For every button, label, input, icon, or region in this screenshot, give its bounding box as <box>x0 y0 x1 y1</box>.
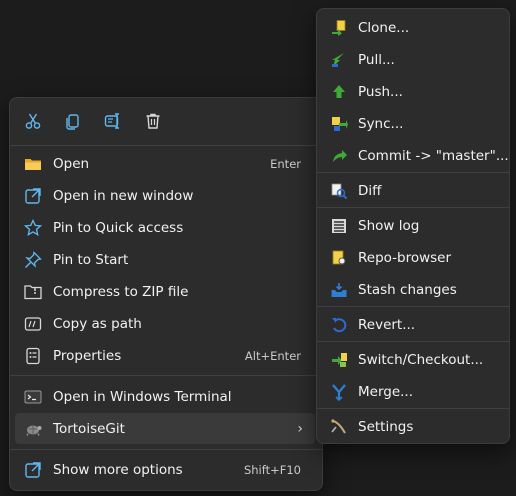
separator <box>10 375 322 376</box>
shortcut-label: Shift+F10 <box>243 462 301 477</box>
context-menu-toolbar <box>10 98 322 144</box>
menu-item-open-new-window[interactable]: Open in new window <box>15 180 315 211</box>
submenu-item-repo-browser[interactable]: Repo-browser <box>321 242 503 273</box>
rename-icon[interactable] <box>101 109 125 133</box>
menu-item-open[interactable]: Open Enter <box>15 148 315 179</box>
submenu-item-diff[interactable]: Diff <box>321 175 503 206</box>
folder-open-icon <box>23 154 43 174</box>
terminal-icon <box>23 387 43 407</box>
menu-item-label: Open in Windows Terminal <box>53 388 232 405</box>
menu-item-label: Revert... <box>358 316 416 333</box>
separator <box>10 145 322 146</box>
menu-item-label: Pull... <box>358 51 395 68</box>
separator <box>317 408 509 409</box>
menu-item-label: Properties <box>53 347 122 364</box>
stash-icon <box>329 280 349 300</box>
commit-icon <box>329 146 349 166</box>
cut-icon[interactable] <box>21 109 45 133</box>
submenu-item-stash-changes[interactable]: Stash changes <box>321 274 503 305</box>
submenu-item-sync[interactable]: Sync... <box>321 108 503 139</box>
properties-icon <box>23 346 43 366</box>
switch-checkout-icon <box>329 350 349 370</box>
submenu-item-revert[interactable]: Revert... <box>321 309 503 340</box>
menu-item-tortoisegit[interactable]: TortoiseGit › <box>15 413 315 444</box>
menu-item-open-terminal[interactable]: Open in Windows Terminal <box>15 381 315 412</box>
submenu-item-merge[interactable]: Merge... <box>321 376 503 407</box>
separator <box>317 341 509 342</box>
revert-icon <box>329 315 349 335</box>
separator <box>317 306 509 307</box>
menu-item-properties[interactable]: Properties Alt+Enter <box>15 340 315 371</box>
menu-item-label: Compress to ZIP file <box>53 283 189 300</box>
menu-item-label: Pin to Quick access <box>53 219 184 236</box>
submenu-item-show-log[interactable]: Show log <box>321 210 503 241</box>
menu-item-label: Copy as path <box>53 315 142 332</box>
submenu-item-settings[interactable]: Settings <box>321 411 503 442</box>
menu-item-label: TortoiseGit <box>53 420 125 437</box>
copy-icon[interactable] <box>61 109 85 133</box>
star-icon <box>23 218 43 238</box>
menu-item-label: Sync... <box>358 115 404 132</box>
menu-item-label: Push... <box>358 83 403 100</box>
open-new-window-icon <box>23 186 43 206</box>
menu-item-label: Stash changes <box>358 281 457 298</box>
separator <box>10 449 322 450</box>
merge-icon <box>329 382 349 402</box>
submenu-item-pull[interactable]: Pull... <box>321 44 503 75</box>
menu-item-label: Show more options <box>53 461 183 478</box>
submenu-item-switch-checkout[interactable]: Switch/Checkout... <box>321 344 503 375</box>
submenu-item-clone[interactable]: Clone... <box>321 12 503 43</box>
menu-item-copy-as-path[interactable]: Copy as path <box>15 308 315 339</box>
sync-icon <box>329 114 349 134</box>
menu-item-label: Show log <box>358 217 420 234</box>
show-log-icon <box>329 216 349 236</box>
menu-item-show-more-options[interactable]: Show more options Shift+F10 <box>15 454 315 485</box>
shortcut-label: Alt+Enter <box>244 348 301 363</box>
menu-item-label: Open <box>53 155 90 172</box>
menu-item-pin-quick-access[interactable]: Pin to Quick access <box>15 212 315 243</box>
separator <box>317 207 509 208</box>
clone-icon <box>329 18 349 38</box>
repo-browser-icon <box>329 248 349 268</box>
menu-item-label: Pin to Start <box>53 251 129 268</box>
tortoisegit-icon <box>23 419 43 439</box>
pull-icon <box>329 50 349 70</box>
push-icon <box>329 82 349 102</box>
menu-item-label: Settings <box>358 418 414 435</box>
copy-path-icon <box>23 314 43 334</box>
pin-icon <box>23 250 43 270</box>
submenu-item-push[interactable]: Push... <box>321 76 503 107</box>
menu-item-pin-start[interactable]: Pin to Start <box>15 244 315 275</box>
settings-icon <box>329 417 349 437</box>
menu-item-label: Open in new window <box>53 187 194 204</box>
menu-item-compress-zip[interactable]: Compress to ZIP file <box>15 276 315 307</box>
separator <box>317 172 509 173</box>
context-menu: Open Enter Open in new window Pin to Qui… <box>9 97 323 491</box>
menu-item-label: Commit -> "master"... <box>358 147 509 164</box>
menu-item-label: Diff <box>358 182 382 199</box>
delete-icon[interactable] <box>141 109 165 133</box>
menu-item-label: Repo-browser <box>358 249 452 266</box>
submenu-item-commit[interactable]: Commit -> "master"... <box>321 140 509 171</box>
tortoisegit-submenu: Clone... Pull... Push... Sync... Commit … <box>316 8 510 444</box>
more-options-icon <box>23 460 43 480</box>
shortcut-label: Enter <box>270 156 301 171</box>
zip-folder-icon <box>23 282 43 302</box>
menu-item-label: Merge... <box>358 383 414 400</box>
menu-item-label: Switch/Checkout... <box>358 351 484 368</box>
diff-icon <box>329 181 349 201</box>
chevron-right-icon: › <box>297 420 303 437</box>
menu-item-label: Clone... <box>358 19 410 36</box>
